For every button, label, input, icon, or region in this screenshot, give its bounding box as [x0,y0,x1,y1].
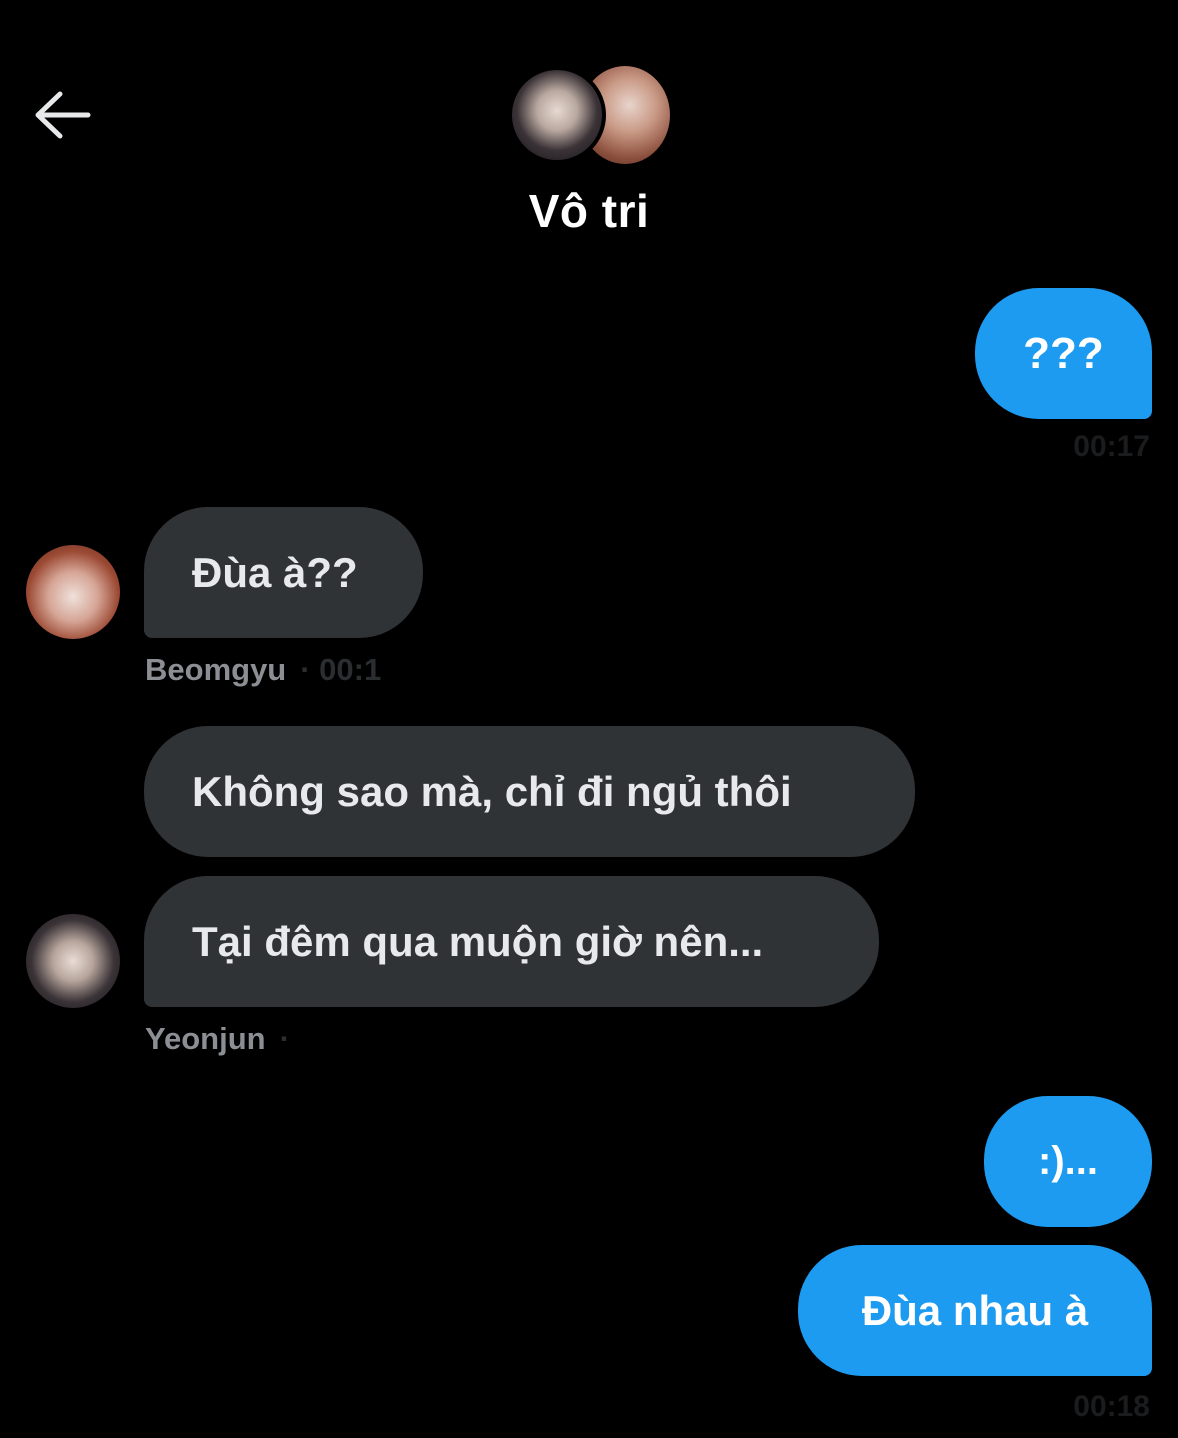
outgoing-message-bubble[interactable]: ??? [975,288,1152,419]
back-button[interactable] [30,88,94,142]
outgoing-message-bubble[interactable]: Đùa nhau à [798,1245,1152,1376]
message-timestamp: 00:18 [1073,1390,1150,1423]
message-text: :)... [1038,1139,1098,1183]
chat-title[interactable]: Vô tri [0,184,1178,238]
avatar-yeonjun[interactable] [26,914,120,1008]
message-text: Không sao mà, chỉ đi ngủ thôi [192,767,792,815]
sender-meta: Yeonjun · [145,1021,290,1057]
incoming-message-bubble[interactable]: Đùa à?? [144,507,423,638]
arrow-left-icon [35,91,91,139]
sender-name: Beomgyu [145,652,287,687]
message-time-fragment: · 00:1 [300,652,382,687]
message-timestamp: 00:17 [1073,430,1150,463]
group-member-avatar-1 [508,66,606,164]
sender-meta: Beomgyu · 00:1 [145,652,381,688]
message-text: Đùa à?? [192,548,358,596]
avatar-beomgyu[interactable] [26,545,120,639]
group-avatar-stack[interactable] [508,66,670,166]
outgoing-message-bubble[interactable]: :)... [984,1096,1152,1227]
message-text: ??? [1023,328,1104,378]
message-text: Đùa nhau à [861,1286,1089,1334]
incoming-message-bubble[interactable]: Tại đêm qua muộn giờ nên... [144,876,879,1007]
message-text: Tại đêm qua muộn giờ nên... [192,917,764,965]
message-time-fragment: · [279,1021,290,1056]
sender-name: Yeonjun [145,1021,266,1056]
incoming-message-bubble[interactable]: Không sao mà, chỉ đi ngủ thôi [144,726,915,857]
